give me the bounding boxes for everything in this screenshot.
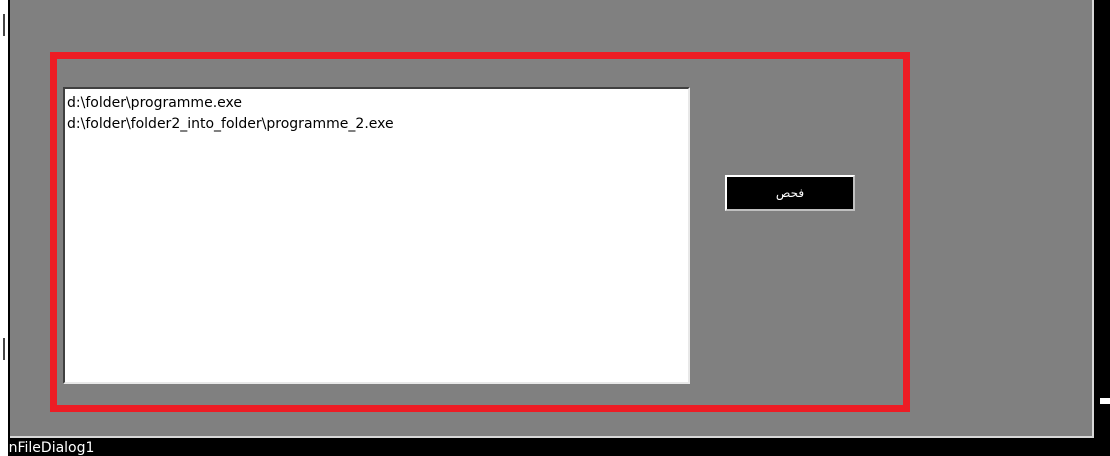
list-item[interactable]: d:\folder\programme.exe [67,93,686,114]
component-tray-label[interactable]: enFileDialog1 [0,440,94,456]
form-canvas[interactable]: d:\folder\programme.exe d:\folder\folder… [10,0,1094,438]
window-right-edge [1100,0,1110,456]
window-left-edge [0,0,8,456]
list-item[interactable]: d:\folder\folder2_into_folder\programme_… [67,114,686,135]
edge-tick [3,14,5,36]
edge-segment [1100,398,1110,404]
edge-tick [3,338,5,360]
file-listbox[interactable]: d:\folder\programme.exe d:\folder\folder… [63,87,690,384]
scan-button[interactable]: فحص [725,175,855,211]
